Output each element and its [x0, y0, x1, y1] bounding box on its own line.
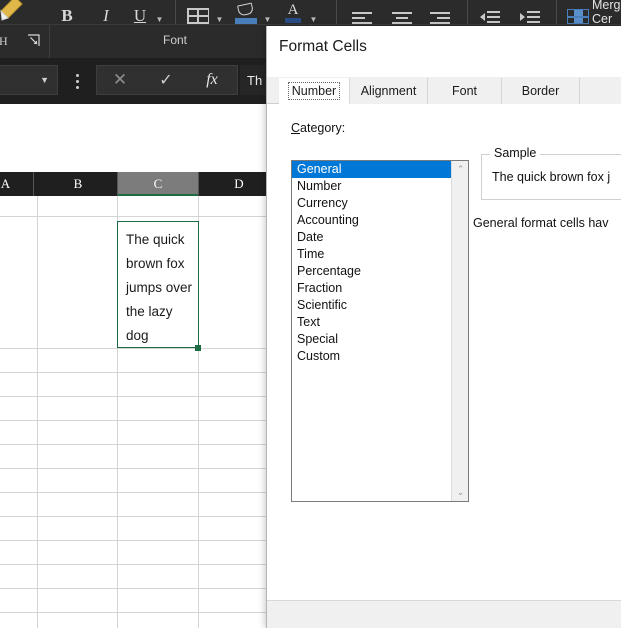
align-right-button[interactable] [428, 0, 452, 24]
category-item-percentage[interactable]: Percentage [292, 263, 452, 280]
sample-legend: Sample [490, 146, 541, 160]
font-dialog-launcher-icon[interactable] [27, 34, 41, 48]
clipboard-launcher-icon[interactable]: H [0, 34, 14, 48]
underline-caret-icon[interactable]: ▼ [155, 4, 164, 24]
scroll-up-icon[interactable]: ⌃ [452, 161, 468, 178]
category-item-text[interactable]: Text [292, 314, 452, 331]
ribbon-divider-4 [556, 0, 557, 24]
category-scrollbar[interactable]: ⌃ ⌄ [451, 161, 468, 501]
cancel-entry-button[interactable]: ✕ [97, 66, 143, 94]
category-item-time[interactable]: Time [292, 246, 452, 263]
increase-indent-icon [520, 10, 540, 24]
format-painter-icon[interactable] [0, 0, 24, 24]
dialog-body: Category: General Number Currency Accoun… [267, 104, 621, 600]
decrease-indent-button[interactable] [478, 0, 502, 24]
fill-handle[interactable] [195, 345, 201, 351]
category-list-items: General Number Currency Accounting Date … [292, 161, 452, 365]
category-item-accounting[interactable]: Accounting [292, 212, 452, 229]
tab-font-label: Font [451, 84, 477, 98]
ribbon-icon-row: B I U ▼ ▼ ▼ A ▼ Merg Cer [0, 0, 621, 26]
font-color-icon: A [283, 2, 303, 24]
align-center-icon [392, 10, 412, 24]
column-header-b[interactable]: B [38, 172, 118, 196]
align-left-icon [352, 10, 372, 24]
category-item-special[interactable]: Special [292, 331, 452, 348]
borders-caret-icon[interactable]: ▼ [215, 4, 224, 24]
tab-alignment[interactable]: Alignment [350, 78, 428, 104]
group-separator [49, 25, 50, 58]
underline-button[interactable]: U [130, 0, 150, 24]
dialog-title: Format Cells [279, 38, 367, 55]
insert-function-button[interactable]: fx [189, 66, 235, 94]
ribbon-divider-2 [336, 0, 337, 24]
fill-color-icon [235, 2, 257, 24]
column-sep-a[interactable] [33, 172, 34, 196]
category-item-date[interactable]: Date [292, 229, 452, 246]
borders-button[interactable] [185, 0, 211, 24]
format-description: General format cells hav [473, 216, 609, 230]
category-item-currency[interactable]: Currency [292, 195, 452, 212]
tab-fill[interactable] [580, 78, 621, 104]
format-cells-dialog: Format Cells Number Alignment Font Borde… [266, 26, 621, 628]
tab-alignment-label: Alignment [360, 84, 417, 98]
merge-center-icon [567, 9, 589, 24]
merge-center-label[interactable]: Merge & Cer [592, 0, 621, 26]
increase-indent-button[interactable] [518, 0, 542, 24]
category-label: Category: [291, 121, 346, 135]
sample-groupbox: Sample The quick brown fox j [481, 146, 621, 200]
tab-font[interactable]: Font [428, 78, 502, 104]
ribbon-divider [175, 0, 176, 24]
category-item-scientific[interactable]: Scientific [292, 297, 452, 314]
merge-center-button[interactable] [566, 0, 590, 24]
category-item-fraction[interactable]: Fraction [292, 280, 452, 297]
borders-icon [187, 6, 209, 24]
bold-button[interactable]: B [57, 0, 77, 24]
tab-number-label: Number [287, 81, 341, 100]
align-right-icon [430, 10, 450, 24]
dialog-footer [267, 600, 621, 628]
sample-value: The quick brown fox j [492, 170, 611, 184]
tab-number[interactable]: Number [279, 78, 350, 104]
column-header-c[interactable]: C [118, 172, 198, 196]
name-box-caret-icon[interactable]: ▼ [40, 75, 49, 85]
decrease-indent-icon [480, 10, 500, 24]
font-color-button[interactable]: A [281, 0, 305, 24]
ribbon-divider-3 [467, 0, 468, 24]
align-left-button[interactable] [350, 0, 374, 24]
tab-border[interactable]: Border [502, 78, 580, 104]
category-item-custom[interactable]: Custom [292, 348, 452, 365]
category-listbox[interactable]: General Number Currency Accounting Date … [291, 160, 469, 502]
fill-color-caret-icon[interactable]: ▼ [263, 4, 272, 24]
scroll-down-icon[interactable]: ⌄ [452, 484, 468, 501]
confirm-entry-button[interactable]: ✓ [143, 66, 189, 94]
column-header-a[interactable]: A [0, 172, 33, 196]
svg-text:H: H [0, 34, 8, 48]
screen-root: B I U ▼ ▼ ▼ A ▼ Merg Cer H Font ▼ ✕ ✓ fx… [0, 0, 621, 628]
tab-border-label: Border [521, 84, 560, 98]
italic-button[interactable]: I [96, 0, 116, 24]
align-center-button[interactable] [390, 0, 414, 24]
formula-buttons: ✕ ✓ fx [96, 65, 238, 95]
category-item-general[interactable]: General [292, 161, 452, 178]
name-box[interactable]: ▼ [0, 65, 58, 95]
category-label-rest: ategory: [300, 121, 346, 135]
selected-cell-c3[interactable]: The quick brown fox jumps over the lazy … [117, 221, 199, 348]
dialog-tabstrip: Number Alignment Font Border [267, 77, 621, 104]
font-group-label: Font [163, 33, 188, 47]
fill-color-button[interactable] [233, 0, 259, 24]
category-item-number[interactable]: Number [292, 178, 452, 195]
formula-bar-more-button[interactable] [68, 71, 86, 91]
font-color-caret-icon[interactable]: ▼ [309, 4, 318, 24]
format-painter-glyph [0, 0, 23, 21]
